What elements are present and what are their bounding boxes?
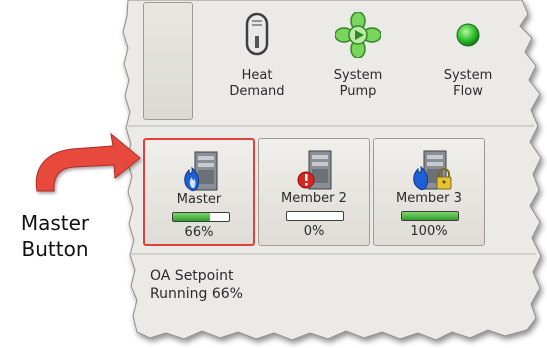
callout-arrow-icon — [35, 132, 141, 192]
screen: Heat Demand System Pump System Flow Mast… — [0, 0, 547, 348]
callout-label: Master Button — [20, 211, 90, 261]
